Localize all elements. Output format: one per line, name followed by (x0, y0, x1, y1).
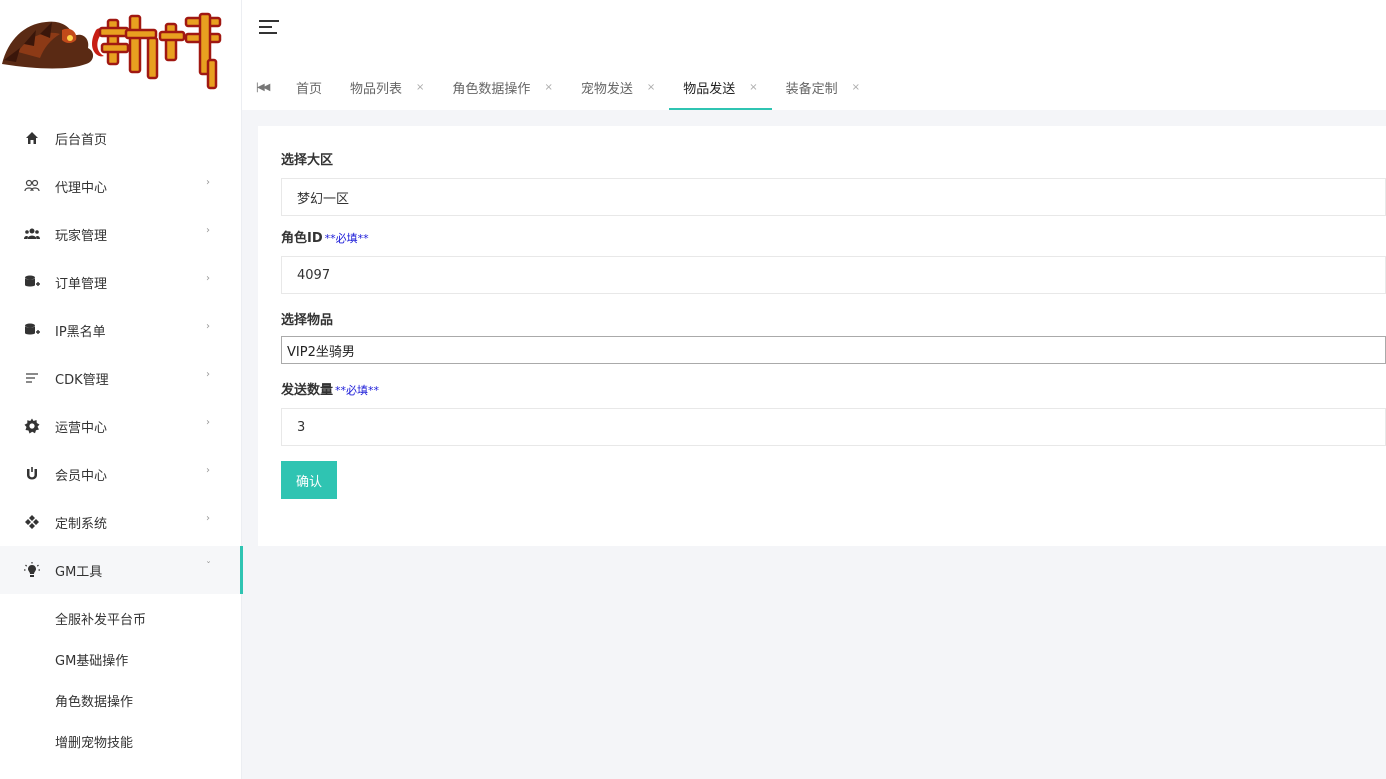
item-select[interactable]: VIP2坐骑男 (281, 336, 1386, 364)
chevron-right-icon: › (206, 513, 210, 524)
chevron-right-icon: › (206, 417, 210, 428)
quantity-input[interactable]: 3 (281, 408, 1386, 446)
close-icon[interactable]: × (852, 82, 860, 93)
first-tab-icon[interactable]: |◀◀ (242, 82, 282, 93)
sidebar-item-members[interactable]: 会员中心 › (0, 450, 242, 498)
close-icon[interactable]: × (544, 82, 552, 93)
sidebar-item-label: 定制系统 (55, 516, 108, 532)
confirm-button[interactable]: 确认 (281, 461, 337, 499)
sidebar-item-label: 玩家管理 (55, 228, 108, 244)
submenu-item-pet-skills[interactable]: 增删宠物技能 (0, 721, 242, 762)
item-send-card: 选择大区 梦幻一区 角色ID **必填** 4097 选择物品 VIP2坐骑男 发… (258, 126, 1386, 546)
chevron-right-icon: › (206, 321, 210, 332)
logo-image (2, 12, 222, 90)
sidebar-item-label: IP黑名单 (55, 324, 106, 340)
tab-label: 物品列表 (350, 81, 403, 97)
chevron-right-icon: › (206, 465, 210, 476)
submenu-item-platform-coin[interactable]: 全服补发平台币 (0, 598, 242, 639)
submenu-item-gm-basic[interactable]: GM基础操作 (0, 639, 242, 680)
database-icon (24, 274, 40, 290)
sidebar-item-label: CDK管理 (55, 372, 109, 388)
sidebar-item-ip-blacklist[interactable]: IP黑名单 › (0, 306, 242, 354)
agents-icon (24, 178, 40, 194)
chevron-down-icon: ˇ (206, 561, 211, 572)
home-icon (24, 130, 40, 146)
sidebar-item-label: 代理中心 (55, 180, 108, 196)
required-note: **必填** (335, 384, 380, 397)
magnet-icon (24, 466, 40, 482)
tab-item-list[interactable]: 物品列表 × (336, 64, 438, 110)
tab-pet-send[interactable]: 宠物发送 × (567, 64, 669, 110)
sidebar-item-cdk[interactable]: CDK管理 › (0, 354, 242, 402)
list-icon (24, 370, 40, 386)
region-select[interactable]: 梦幻一区 (281, 178, 1386, 216)
tab-bar: |◀◀ 首页 物品列表 × 角色数据操作 × 宠物发送 × 物品发送 × 装备定… (242, 64, 874, 110)
database-icon (24, 322, 40, 338)
item-send-form: 选择大区 梦幻一区 角色ID **必填** 4097 选择物品 VIP2坐骑男 发… (281, 152, 1386, 499)
top-bar: |◀◀ 首页 物品列表 × 角色数据操作 × 宠物发送 × 物品发送 × 装备定… (242, 0, 1386, 110)
sidebar-item-label: 运营中心 (55, 420, 108, 436)
sidebar-item-label: GM工具 (55, 564, 103, 580)
sidebar-item-home[interactable]: 后台首页 (0, 114, 242, 162)
tab-role-data[interactable]: 角色数据操作 × (438, 64, 566, 110)
bulb-icon (24, 562, 40, 578)
sidebar-item-label: 后台首页 (55, 132, 108, 148)
tab-label: 装备定制 (785, 81, 838, 97)
tab-label: 物品发送 (683, 81, 736, 97)
gm-tools-submenu: 全服补发平台币 GM基础操作 角色数据操作 增删宠物技能 (0, 594, 242, 762)
sidebar-item-label: 会员中心 (55, 468, 108, 484)
tab-label: 首页 (296, 81, 323, 97)
sidebar: 后台首页 代理中心 › 玩家管理 › 订单管理 › IP黑名单 › CDK管理 … (0, 0, 243, 779)
tab-equipment-custom[interactable]: 装备定制 × (772, 64, 874, 110)
sidebar-item-gm-tools[interactable]: GM工具 ˇ (0, 546, 243, 594)
users-icon (24, 226, 40, 242)
close-icon[interactable]: × (749, 82, 757, 93)
sidebar-item-agents[interactable]: 代理中心 › (0, 162, 242, 210)
role-id-label-text: 角色ID (281, 231, 323, 246)
side-menu: 后台首页 代理中心 › 玩家管理 › 订单管理 › IP黑名单 › CDK管理 … (0, 114, 243, 762)
tab-item-send[interactable]: 物品发送 × (669, 64, 773, 110)
quantity-label-text: 发送数量 (281, 383, 334, 398)
role-id-input[interactable]: 4097 (281, 256, 1386, 294)
sidebar-item-custom-system[interactable]: 定制系统 › (0, 498, 242, 546)
close-icon[interactable]: × (416, 82, 424, 93)
sidebar-item-orders[interactable]: 订单管理 › (0, 258, 242, 306)
chevron-right-icon: › (206, 177, 210, 188)
submenu-item-role-data[interactable]: 角色数据操作 (0, 680, 242, 721)
chevron-right-icon: › (206, 225, 210, 236)
item-label: 选择物品 (281, 313, 334, 328)
quantity-label: 发送数量 **必填** (281, 382, 1386, 400)
required-note: **必填** (324, 232, 369, 245)
diamond-icon (24, 514, 40, 530)
tab-label: 宠物发送 (580, 81, 633, 97)
role-id-label: 角色ID **必填** (281, 230, 1386, 248)
sidebar-item-operations[interactable]: 运营中心 › (0, 402, 242, 450)
sidebar-item-label: 订单管理 (55, 276, 108, 292)
gear-icon (24, 418, 40, 434)
menu-toggle-icon[interactable] (259, 20, 279, 36)
tab-label: 角色数据操作 (452, 81, 531, 97)
close-icon[interactable]: × (647, 82, 655, 93)
chevron-right-icon: › (206, 369, 210, 380)
logo[interactable] (0, 0, 241, 112)
region-label: 选择大区 (281, 153, 334, 168)
chevron-right-icon: › (206, 273, 210, 284)
tab-home[interactable]: 首页 (282, 64, 336, 110)
sidebar-item-players[interactable]: 玩家管理 › (0, 210, 242, 258)
